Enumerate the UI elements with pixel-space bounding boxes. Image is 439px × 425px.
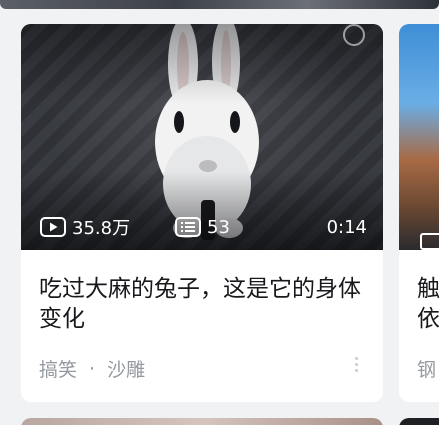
tag-subcategory[interactable]: 沙雕 bbox=[107, 355, 145, 382]
video-thumbnail-next[interactable] bbox=[399, 24, 439, 250]
danmu-icon bbox=[175, 217, 201, 237]
video-tag-next: 钢 bbox=[417, 359, 437, 381]
video-stats-bar: 35.8万 53 0:14 bbox=[21, 212, 383, 242]
previous-row-edge bbox=[0, 0, 439, 9]
danmu-count: 53 bbox=[175, 217, 230, 238]
more-vertical-icon[interactable] bbox=[351, 354, 361, 380]
video-duration: 0:14 bbox=[327, 217, 367, 238]
watermark-icon bbox=[343, 24, 365, 46]
play-count-value: 35.8万 bbox=[72, 218, 131, 239]
video-card-next[interactable]: 触 依 钢 bbox=[399, 24, 439, 402]
video-title-next-line1[interactable]: 触 bbox=[417, 274, 439, 304]
tag-separator: · bbox=[89, 357, 96, 380]
duration-value: 0:14 bbox=[326, 216, 367, 238]
video-title[interactable]: 吃过大麻的兔子，这是它的身体变化 bbox=[39, 274, 369, 334]
play-count: 35.8万 bbox=[40, 214, 130, 240]
video-thumbnail[interactable]: 35.8万 53 0:14 bbox=[21, 24, 383, 250]
video-card[interactable]: 35.8万 53 0:14 吃过大麻的兔子，这是它的身体变化 搞笑 · 沙雕 bbox=[21, 24, 383, 402]
play-icon bbox=[40, 217, 66, 237]
tag-category[interactable]: 搞笑 bbox=[39, 355, 77, 382]
next-row-card-edge-right bbox=[399, 418, 439, 425]
play-icon bbox=[420, 233, 439, 250]
next-row-card-edge bbox=[21, 418, 383, 425]
video-tags: 搞笑 · 沙雕 bbox=[39, 355, 145, 382]
danmu-count-value: 53 bbox=[207, 216, 230, 238]
video-title-next-line2[interactable]: 依 bbox=[417, 304, 439, 334]
